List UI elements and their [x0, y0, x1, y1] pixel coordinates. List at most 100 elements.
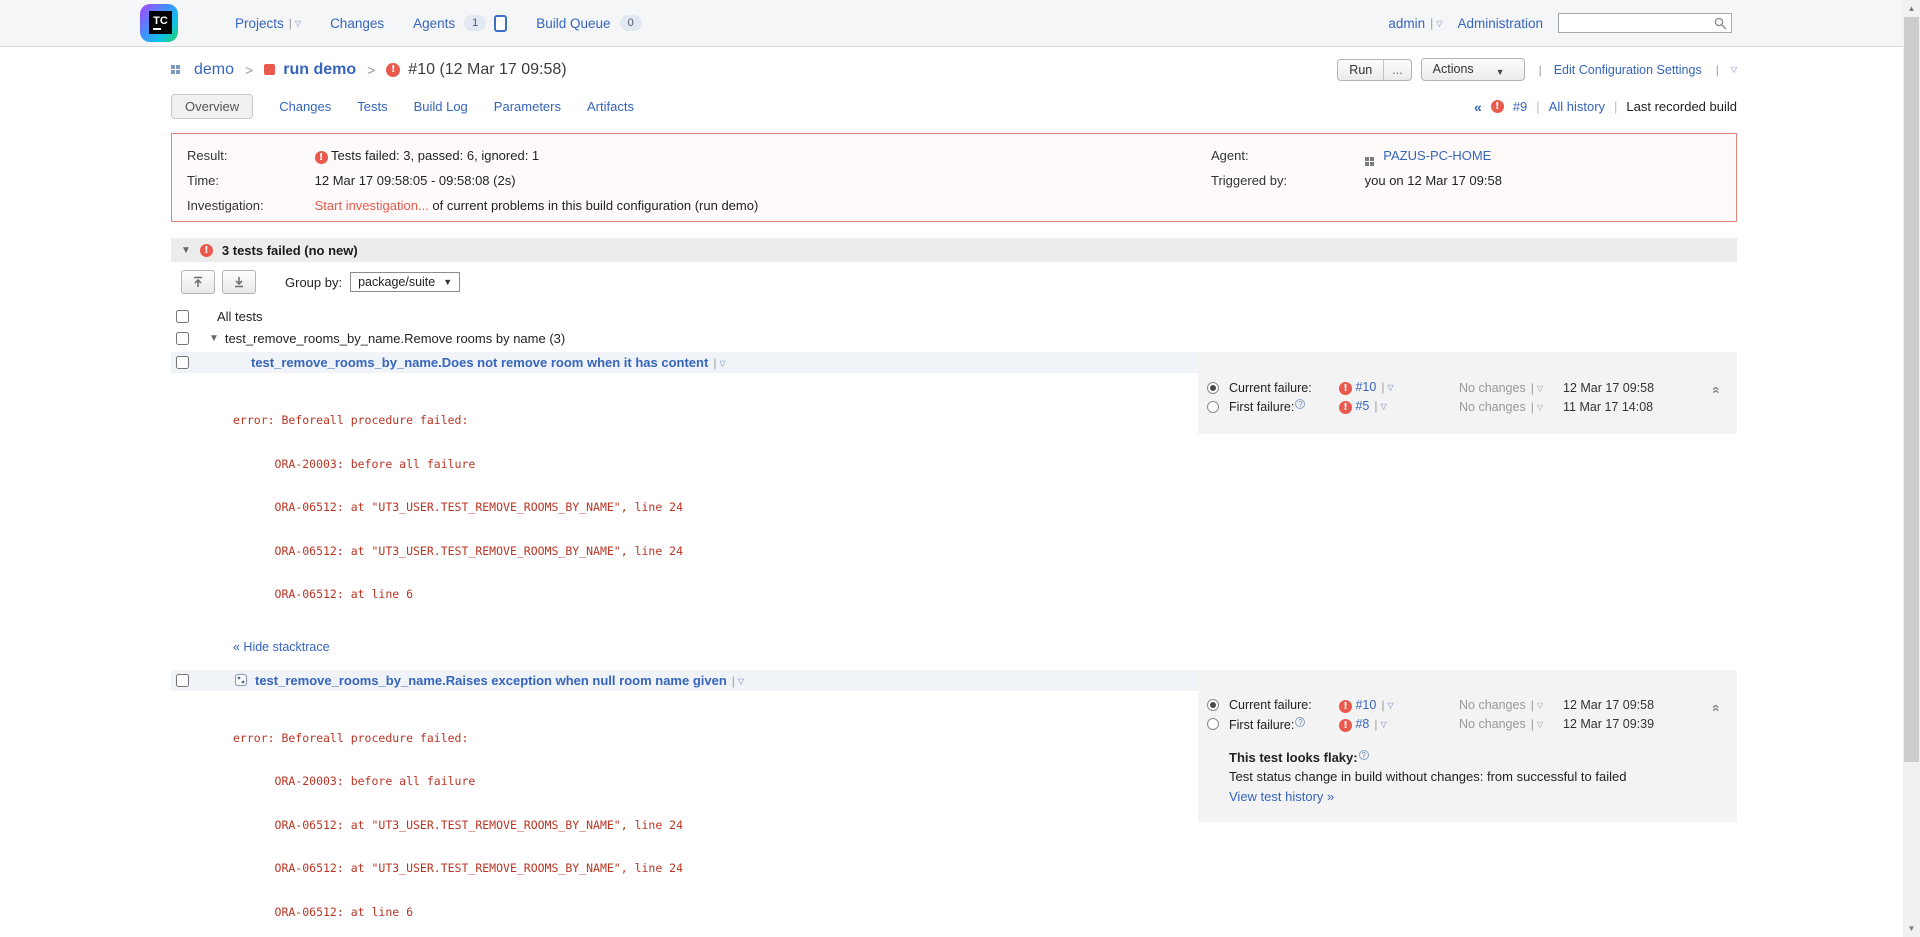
hide-stacktrace-link[interactable]: « Hide stacktrace: [233, 640, 330, 654]
nav-item-projects[interactable]: Projects|▽: [235, 16, 301, 31]
tab-parameters[interactable]: Parameters: [494, 99, 561, 114]
chevron-down-icon[interactable]: ▽: [1381, 720, 1387, 729]
chevron-down-icon[interactable]: ▽: [1387, 701, 1393, 710]
nav-item-build-queue[interactable]: Build Queue 0: [536, 15, 641, 31]
expand-all-button[interactable]: [222, 270, 256, 294]
triggered-by-label: Triggered by:: [1211, 168, 1361, 193]
chevron-down-icon[interactable]: ▽: [295, 19, 301, 28]
help-icon[interactable]: ?: [1295, 717, 1305, 727]
separator: |: [1381, 698, 1384, 712]
chevron-down-icon[interactable]: ▽: [1537, 403, 1543, 412]
chevron-down-icon[interactable]: ▽: [1381, 402, 1387, 411]
chevron-down-icon[interactable]: ▽: [1537, 720, 1543, 729]
chevron-down-icon[interactable]: ▽: [1436, 19, 1442, 28]
tab-artifacts[interactable]: Artifacts: [587, 99, 634, 114]
collapse-triangle-icon[interactable]: ▼: [181, 245, 191, 256]
scroll-up-arrow[interactable]: ▲: [1903, 0, 1920, 17]
previous-build-link[interactable]: #9: [1513, 99, 1527, 114]
teamcity-logo[interactable]: TC: [140, 4, 178, 42]
projects-link[interactable]: Projects: [235, 16, 284, 31]
search-icon[interactable]: [1714, 17, 1727, 30]
suite-checkbox[interactable]: [176, 332, 189, 345]
collapse-panel-icon[interactable]: «: [1709, 386, 1725, 394]
collapse-panel-icon[interactable]: «: [1709, 704, 1725, 712]
time-value: 12 Mar 17 09:58:05 - 09:58:08 (2s): [315, 173, 516, 188]
breadcrumb-separator: >: [367, 62, 375, 78]
all-tests-row: All tests: [176, 309, 1737, 324]
chevron-down-icon[interactable]: ▽: [1387, 383, 1393, 392]
agent-link[interactable]: PAZUS-PC-HOME: [1383, 148, 1491, 163]
test-checkbox[interactable]: [176, 674, 189, 687]
collapse-all-button[interactable]: [181, 270, 215, 294]
first-failure-label: First failure:?: [1229, 399, 1339, 414]
changes-link[interactable]: No changes: [1459, 400, 1526, 414]
changes-link[interactable]: No changes: [1459, 717, 1526, 731]
breadcrumb-project-link[interactable]: demo: [194, 61, 234, 79]
build-summary-box: Result: ! Tests failed: 3, passed: 6, ig…: [171, 133, 1737, 222]
build-link[interactable]: #10: [1355, 380, 1376, 394]
last-recorded-build-label: Last recorded build: [1626, 99, 1737, 114]
agents-link[interactable]: Agents: [413, 16, 455, 31]
group-by-label: Group by:: [285, 275, 342, 290]
teamcity-logo-text: TC: [149, 11, 172, 34]
first-failure-radio[interactable]: [1207, 401, 1219, 413]
nav-item-agents[interactable]: Agents 1: [413, 15, 507, 32]
test-name-link[interactable]: test_remove_rooms_by_name.Does not remov…: [251, 355, 708, 370]
result-value: Tests failed: 3, passed: 6, ignored: 1: [331, 148, 539, 163]
flaky-info: This test looks flaky:? Test status chan…: [1229, 750, 1737, 804]
test-name-link[interactable]: test_remove_rooms_by_name.Raises excepti…: [255, 673, 727, 688]
build-link[interactable]: #10: [1355, 698, 1376, 712]
build-link[interactable]: #8: [1355, 717, 1369, 731]
view-test-history-link[interactable]: View test history »: [1229, 789, 1334, 804]
start-investigation-link[interactable]: Start investigation...: [315, 198, 429, 213]
separator: |: [732, 674, 735, 688]
collapse-triangle-icon[interactable]: ▼: [209, 333, 219, 344]
scroll-down-arrow[interactable]: ▼: [1903, 920, 1920, 937]
previous-builds-icon[interactable]: «: [1474, 99, 1482, 115]
chevron-down-icon[interactable]: ▽: [738, 677, 744, 686]
first-failure-radio[interactable]: [1207, 718, 1219, 730]
chevron-down-icon[interactable]: ▽: [1731, 65, 1737, 74]
chevron-down-icon[interactable]: ▽: [719, 359, 725, 368]
current-failure-radio[interactable]: [1207, 699, 1219, 711]
tab-build-log[interactable]: Build Log: [414, 99, 468, 114]
run-options-button[interactable]: ...: [1383, 60, 1410, 80]
user-menu[interactable]: admin|▽: [1388, 16, 1442, 31]
vertical-scrollbar[interactable]: ▲ ▼: [1903, 0, 1920, 937]
scrollbar-thumb[interactable]: [1904, 17, 1919, 762]
group-by-select[interactable]: package/suite ▼: [350, 272, 460, 292]
breadcrumb-config-link[interactable]: run demo: [283, 61, 356, 79]
separator: |: [1539, 63, 1542, 77]
run-button[interactable]: Run: [1338, 60, 1383, 80]
nav-item-changes[interactable]: Changes: [330, 16, 384, 31]
caret-down-icon: ▼: [443, 277, 452, 287]
stacktrace: error: Beforeall procedure failed: ORA-2…: [233, 702, 1198, 937]
tab-tests[interactable]: Tests: [357, 99, 387, 114]
edit-configuration-link[interactable]: Edit Configuration Settings: [1554, 63, 1702, 77]
all-history-link[interactable]: All history: [1549, 99, 1605, 114]
search-input[interactable]: [1558, 13, 1732, 33]
changes-link[interactable]: No changes: [1459, 381, 1526, 395]
help-icon[interactable]: ?: [1295, 399, 1305, 409]
actions-button[interactable]: Actions ▼: [1421, 58, 1525, 81]
help-icon[interactable]: ?: [1359, 750, 1369, 760]
build-link[interactable]: #5: [1355, 399, 1369, 413]
failed-tests-section-bar[interactable]: ▼ ! 3 tests failed (no new): [171, 238, 1737, 262]
changes-link[interactable]: No changes: [1459, 698, 1526, 712]
changes-link[interactable]: Changes: [330, 16, 384, 31]
chevron-down-icon[interactable]: ▽: [1537, 701, 1543, 710]
separator: |: [1716, 63, 1719, 77]
test-checkbox[interactable]: [176, 356, 189, 369]
all-tests-checkbox[interactable]: [176, 310, 189, 323]
administration-link[interactable]: Administration: [1457, 16, 1543, 31]
failed-tests-section-title: 3 tests failed (no new): [222, 243, 358, 258]
tab-changes[interactable]: Changes: [279, 99, 331, 114]
build-queue-link[interactable]: Build Queue: [536, 16, 610, 31]
chevron-down-icon[interactable]: ▽: [1537, 384, 1543, 393]
error-icon: !: [1339, 382, 1352, 395]
current-failure-radio[interactable]: [1207, 382, 1219, 394]
investigation-text: of current problems in this build config…: [432, 198, 758, 213]
failure-date: 11 Mar 17 14:08: [1563, 400, 1737, 414]
user-link[interactable]: admin: [1388, 16, 1425, 31]
tab-overview[interactable]: Overview: [171, 94, 253, 119]
